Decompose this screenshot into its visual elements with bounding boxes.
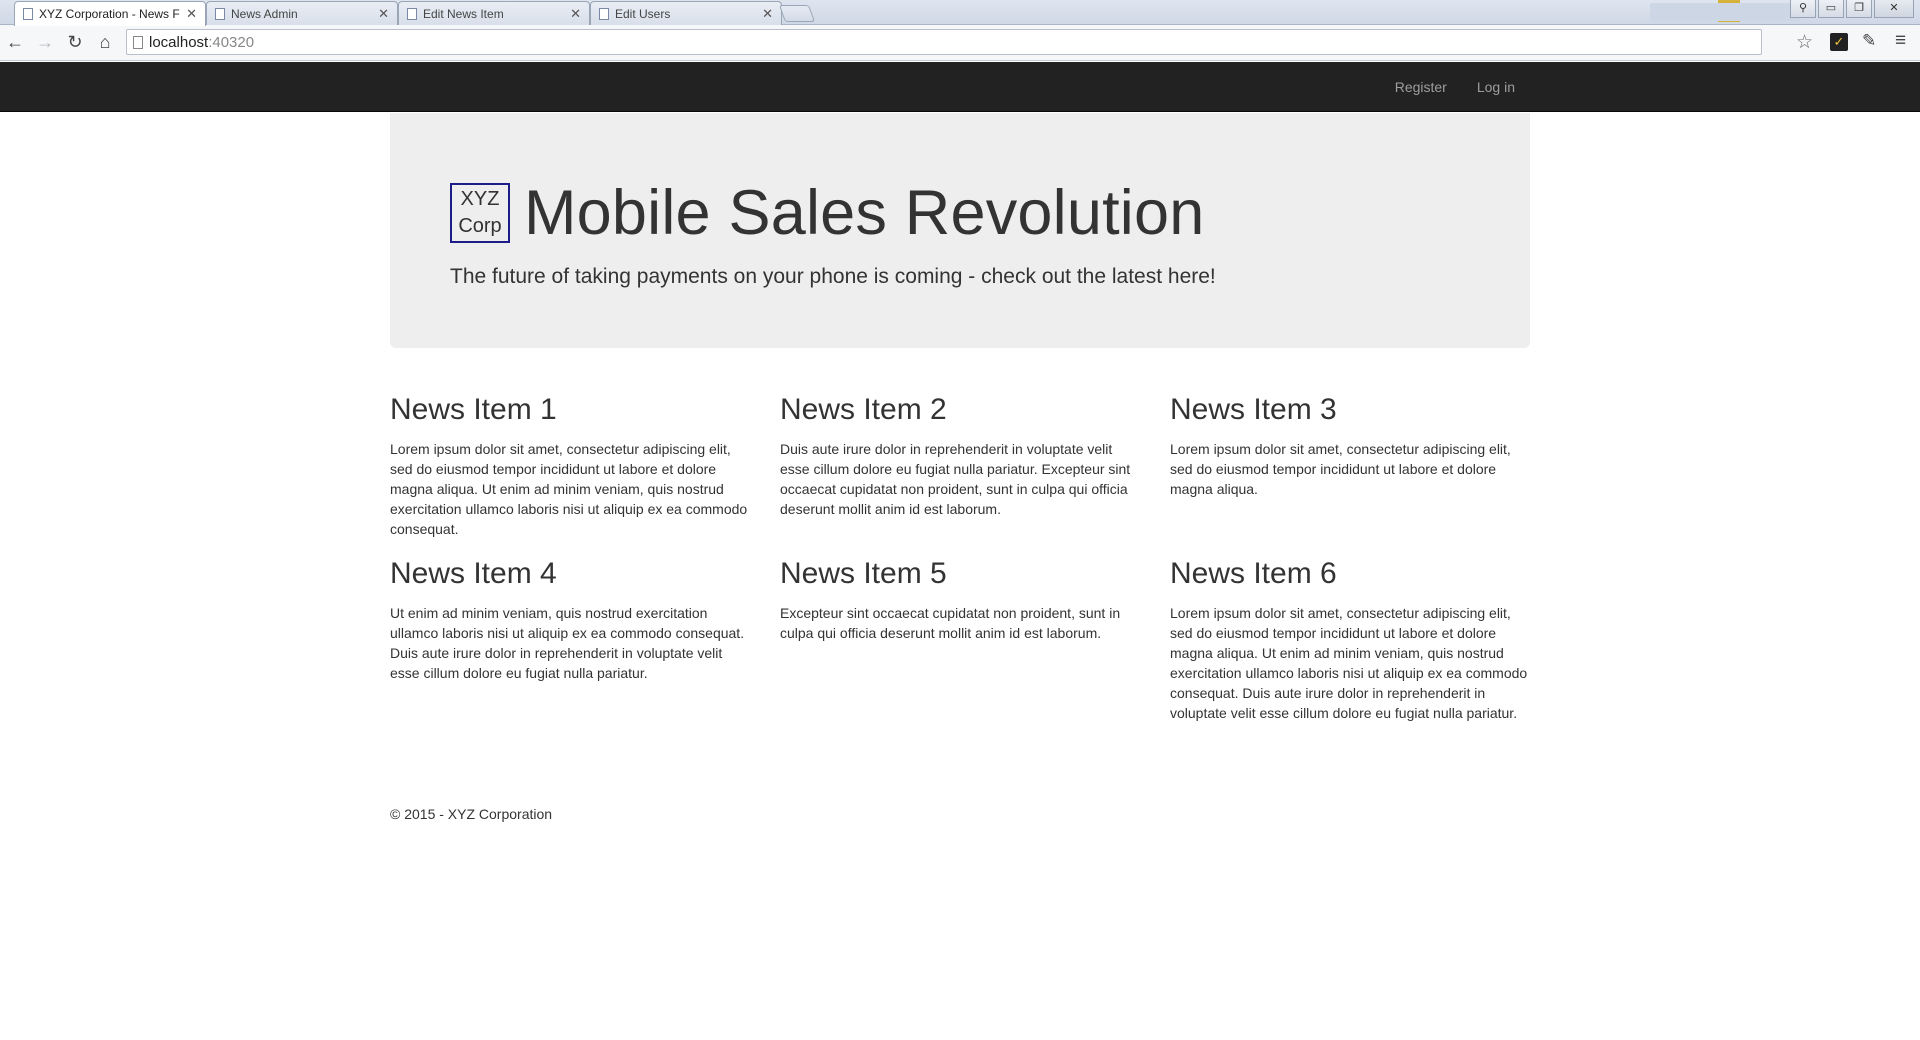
close-icon[interactable]: ✕	[762, 6, 773, 22]
news-body: Lorem ipsum dolor sit amet, consectetur …	[1170, 441, 1511, 497]
bookmark-star-icon[interactable]: ☆	[1796, 31, 1813, 54]
news-item: News Item 2 Duis aute irure dolor in rep…	[780, 393, 1140, 539]
close-icon[interactable]: ✕	[186, 6, 197, 22]
news-title: News Item 1	[390, 393, 557, 426]
minimize-icon[interactable]: ▭	[1818, 0, 1844, 18]
browser-tab-strip: XYZ Corporation - News F ✕ News Admin ✕ …	[0, 0, 1920, 26]
close-icon[interactable]: ✕	[570, 6, 581, 22]
news-body: Lorem ipsum dolor sit amet, consectetur …	[1170, 605, 1528, 721]
news-title: News Item 4	[390, 557, 557, 590]
forward-icon[interactable]: →	[30, 28, 60, 58]
tab-label: XYZ Corporation - News F	[39, 7, 180, 21]
news-item: News Item 1 Lorem ipsum dolor sit amet, …	[390, 393, 750, 539]
browser-toolbar: ← → ↻ ⌂ localhost:40320 ☆ ✓ ✎ ≡	[0, 25, 1920, 61]
news-body: Ut enim ad minim veniam, quis nostrud ex…	[390, 605, 745, 681]
lead-text: The future of taking payments on your ph…	[450, 265, 1216, 288]
home-icon[interactable]: ⌂	[90, 28, 120, 58]
news-title: News Item 5	[780, 557, 947, 590]
page-icon	[407, 8, 417, 20]
site-navbar: Register Log in	[0, 62, 1920, 112]
news-body: Duis aute irure dolor in reprehenderit i…	[780, 441, 1131, 517]
browser-tab-edit-news-item[interactable]: Edit News Item ✕	[398, 1, 590, 25]
news-item: News Item 5 Excepteur sint occaecat cupi…	[780, 557, 1140, 723]
navbar-links: Register Log in	[1380, 62, 1530, 112]
news-grid: News Item 1 Lorem ipsum dolor sit amet, …	[390, 393, 1530, 723]
page-title: Mobile Sales Revolution	[524, 178, 1205, 248]
window-close-icon[interactable]: ✕	[1874, 0, 1914, 18]
news-item: News Item 6 Lorem ipsum dolor sit amet, …	[1170, 557, 1530, 723]
news-title: News Item 6	[1170, 557, 1337, 590]
browser-tab-news[interactable]: XYZ Corporation - News F ✕	[14, 1, 206, 26]
url-host: localhost	[149, 33, 209, 51]
back-icon[interactable]: ←	[0, 28, 30, 58]
title-row: XYZ Corp Mobile Sales Revolution	[450, 177, 1470, 249]
login-link[interactable]: Log in	[1462, 79, 1530, 95]
news-body: Lorem ipsum dolor sit amet, consectetur …	[390, 441, 748, 537]
quick-search-field[interactable]	[1650, 3, 1800, 21]
page-icon	[23, 8, 33, 20]
address-bar[interactable]: localhost:40320	[126, 29, 1762, 55]
restore-icon[interactable]: ❐	[1846, 0, 1872, 18]
browser-tab-edit-users[interactable]: Edit Users ✕	[590, 1, 782, 25]
company-logo: XYZ Corp	[450, 183, 510, 243]
footer: © 2015 - XYZ Corporation	[390, 806, 1530, 822]
window-controls: ⚲ ▭ ❐ ✕	[1790, 0, 1914, 18]
logo-line-2: Corp	[458, 215, 502, 237]
reload-icon[interactable]: ↻	[60, 28, 90, 58]
page-icon	[599, 8, 609, 20]
close-icon[interactable]: ✕	[378, 6, 389, 22]
url-port: :40320	[208, 33, 255, 51]
page-icon	[215, 8, 225, 20]
news-title: News Item 3	[1170, 393, 1337, 426]
news-item: News Item 4 Ut enim ad minim veniam, qui…	[390, 557, 750, 723]
eyedropper-icon[interactable]: ✎	[1862, 31, 1876, 51]
news-body: Excepteur sint occaecat cupidatat non pr…	[780, 605, 1121, 641]
browser-tab-news-admin[interactable]: News Admin ✕	[206, 1, 398, 25]
page-icon	[133, 36, 143, 49]
tab-label: News Admin	[231, 6, 298, 21]
register-link[interactable]: Register	[1380, 79, 1462, 95]
news-title: News Item 2	[780, 393, 947, 426]
tab-label: Edit News Item	[423, 6, 504, 21]
logo-line-1: XYZ	[460, 188, 500, 210]
user-icon[interactable]: ⚲	[1790, 0, 1816, 18]
menu-icon[interactable]: ≡	[1895, 30, 1906, 52]
news-item: News Item 3 Lorem ipsum dolor sit amet, …	[1170, 393, 1530, 539]
footer-copyright: © 2015 - XYZ Corporation	[390, 806, 553, 822]
jumbotron: XYZ Corp Mobile Sales Revolution The fut…	[390, 113, 1530, 348]
new-tab-button[interactable]	[778, 5, 816, 22]
extension-icon[interactable]: ✓	[1830, 33, 1848, 51]
tab-label: Edit Users	[615, 6, 671, 21]
